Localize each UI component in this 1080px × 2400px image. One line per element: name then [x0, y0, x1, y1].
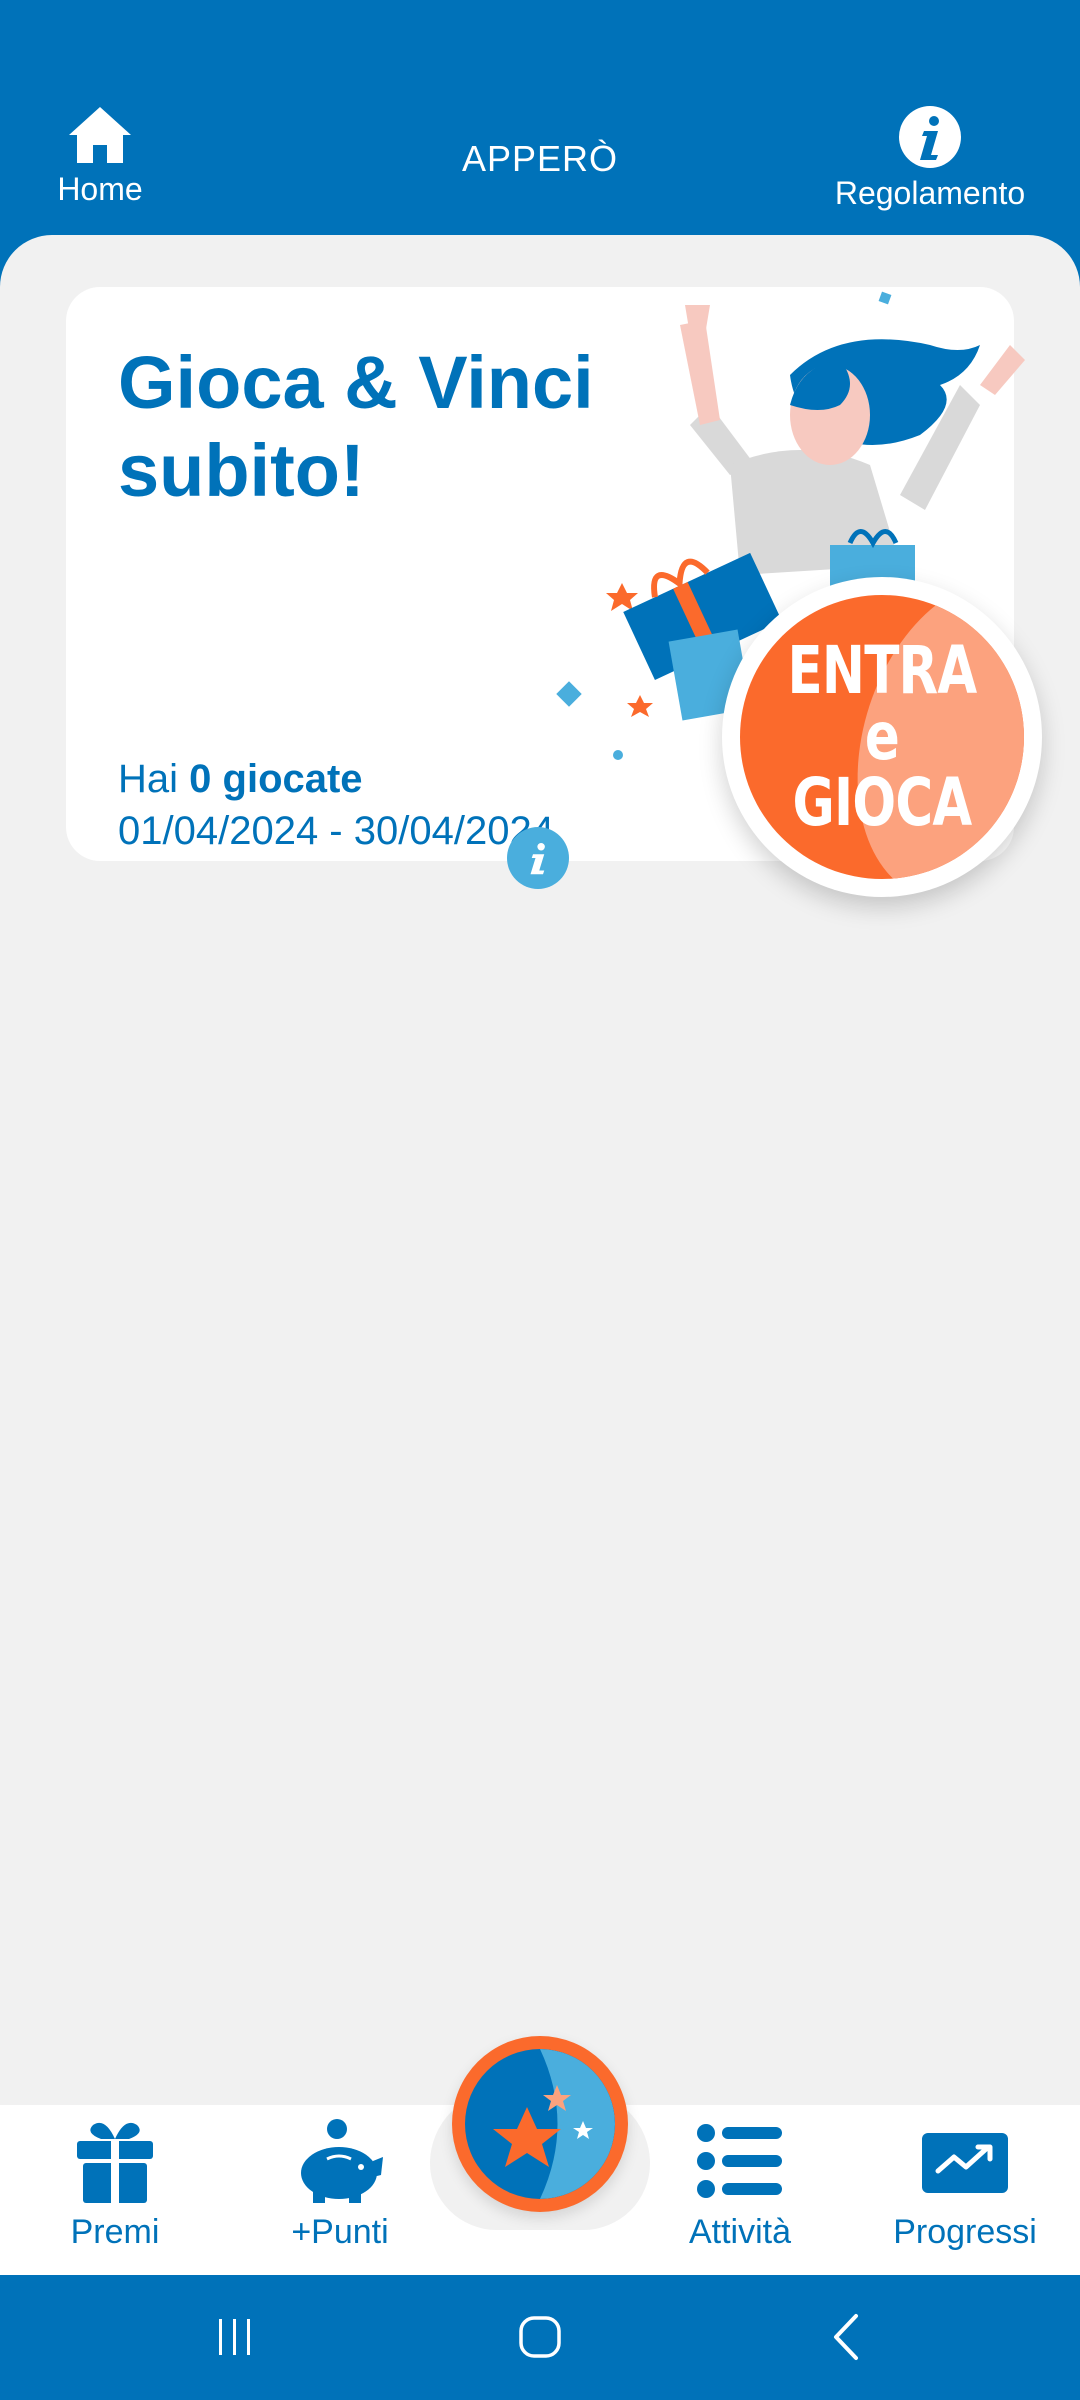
enter-and-play-button[interactable]: ENTRA e GIOCA [722, 577, 1042, 897]
chart-trend-icon [922, 2133, 1008, 2193]
card-info-button[interactable] [507, 827, 569, 889]
main-content: Gioca & Vinci subito! Hai 0 giocate 01/0… [0, 235, 1080, 2105]
nav-label-punti: +Punti [291, 2213, 389, 2251]
nav-label-attivita: Attività [688, 2213, 792, 2251]
info-icon [899, 106, 961, 168]
recent-apps-button[interactable] [210, 2311, 260, 2363]
date-range: 01/04/2024 - 30/04/2024 [118, 809, 554, 853]
back-chevron-icon [834, 2314, 858, 2360]
info-icon [530, 843, 545, 875]
rules-label: Regolamento [834, 175, 1026, 211]
system-navigation-bar [0, 2275, 1080, 2400]
center-stars-button[interactable] [452, 2036, 628, 2212]
nav-item-attivita[interactable]: Attività [665, 2117, 815, 2252]
nav-item-punti[interactable]: +Punti [265, 2117, 415, 2252]
app-header: Home APPERÒ Regolamento [0, 0, 1080, 240]
recent-apps-icon [219, 2319, 250, 2355]
plays-count: Hai 0 giocate [118, 757, 363, 801]
rules-button[interactable]: Regolamento [820, 105, 1040, 212]
stars-icon [493, 2049, 615, 2199]
piggy-bank-icon [301, 2119, 383, 2203]
back-button[interactable] [820, 2311, 870, 2363]
nav-label-premi: Premi [70, 2213, 160, 2251]
gift-icon [77, 2122, 153, 2205]
nav-item-progressi[interactable]: Progressi [880, 2117, 1050, 2252]
home-circle-icon [519, 2316, 561, 2358]
list-icon [697, 2124, 782, 2198]
enter-and-play-label: ENTRA e GIOCA [787, 632, 978, 841]
nav-item-premi[interactable]: Premi [40, 2117, 190, 2252]
nav-label-progressi: Progressi [893, 2213, 1037, 2251]
home-system-button[interactable] [512, 2311, 568, 2363]
